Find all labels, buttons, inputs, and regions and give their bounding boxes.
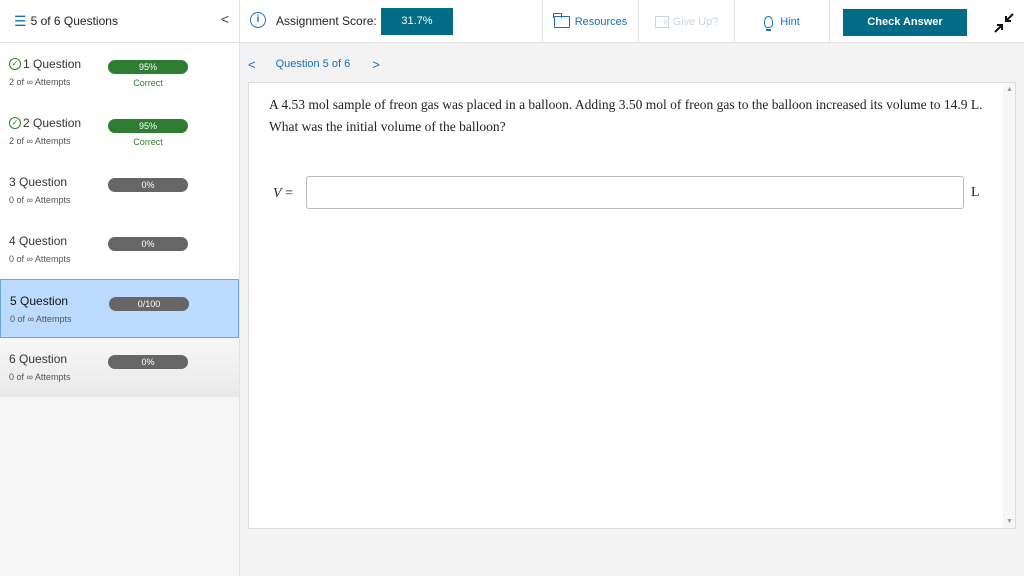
unit-label: L xyxy=(971,185,980,200)
score-badge: 0% xyxy=(108,237,188,251)
question-position-label: Question 5 of 6 xyxy=(275,58,351,70)
variable-label: V = xyxy=(273,186,293,202)
top-toolbar: i Assignment Score: 31.7% Resources x Gi… xyxy=(240,0,1024,43)
info-icon[interactable]: i xyxy=(250,12,266,28)
resources-button[interactable]: Resources xyxy=(542,0,638,43)
scroll-up-icon[interactable]: ▲ xyxy=(1006,86,1013,93)
question-item-1[interactable]: ✓ 1 Question 2 of ∞ Attempts 95% Correct xyxy=(0,43,239,102)
list-icon: ☰ xyxy=(14,12,27,29)
question-text: A 4.53 mol sample of freon gas was place… xyxy=(269,97,983,134)
previous-question-arrow[interactable]: < xyxy=(248,57,256,72)
hint-label: Hint xyxy=(780,15,800,28)
question-attempts: 0 of ∞ Attempts xyxy=(9,372,71,382)
resources-label: Resources xyxy=(574,15,628,28)
question-item-5[interactable]: 5 Question 0 of ∞ Attempts 0/100 xyxy=(0,279,239,338)
question-sidebar: ☰ 5 of 6 Questions < ✓ 1 Question 2 of ∞ … xyxy=(0,0,240,576)
check-answer-button[interactable]: Check Answer xyxy=(843,9,967,36)
question-list: ✓ 1 Question 2 of ∞ Attempts 95% Correct … xyxy=(0,43,239,397)
question-attempts: 0 of ∞ Attempts xyxy=(9,254,71,264)
assignment-score-value: 31.7% xyxy=(381,8,453,35)
give-up-button[interactable]: x Give Up? xyxy=(638,0,734,43)
next-question-arrow[interactable]: > xyxy=(372,57,380,72)
score-badge: 95% xyxy=(108,119,188,133)
check-circle-icon: ✓ xyxy=(9,58,21,70)
question-label: 4 Question xyxy=(9,234,68,248)
question-item-4[interactable]: 4 Question 0 of ∞ Attempts 0% xyxy=(0,220,239,279)
collapse-arrows-icon[interactable] xyxy=(993,12,1015,34)
equals-sign: = xyxy=(285,186,293,201)
score-badge: 0/100 xyxy=(109,297,189,311)
volume-answer-input[interactable] xyxy=(306,176,964,209)
question-card: A 4.53 mol sample of freon gas was place… xyxy=(248,82,1016,529)
give-up-label: Give Up? xyxy=(672,15,719,28)
score-badge: 95% xyxy=(108,60,188,74)
question-item-3[interactable]: 3 Question 0 of ∞ Attempts 0% xyxy=(0,161,239,220)
question-item-2[interactable]: ✓ 2 Question 2 of ∞ Attempts 95% Correct xyxy=(0,102,239,161)
question-label: 3 Question xyxy=(9,175,68,189)
scrollbar[interactable]: ▲ ▼ xyxy=(1003,83,1015,528)
variable-name: V xyxy=(273,186,282,201)
question-attempts: 0 of ∞ Attempts xyxy=(10,314,72,324)
folder-icon xyxy=(553,12,570,28)
hint-button[interactable]: Hint xyxy=(734,0,830,43)
status-text: Correct xyxy=(133,78,163,88)
collapse-sidebar-icon[interactable]: < xyxy=(221,11,229,27)
assignment-score-label: Assignment Score: xyxy=(276,14,377,28)
give-up-icon: x xyxy=(654,15,669,28)
question-label: 5 Question xyxy=(10,294,69,308)
score-badge: 0% xyxy=(108,178,188,192)
check-circle-icon: ✓ xyxy=(9,117,21,129)
question-item-6[interactable]: 6 Question 0 of ∞ Attempts 0% xyxy=(0,338,239,397)
lightbulb-icon xyxy=(764,15,774,31)
question-navigation: < Question 5 of 6 > xyxy=(248,55,380,73)
question-label: 6 Question xyxy=(9,352,68,366)
score-badge: 0% xyxy=(108,355,188,369)
question-label: 1 Question xyxy=(23,57,82,71)
status-text: Correct xyxy=(133,137,163,147)
sidebar-title: 5 of 6 Questions xyxy=(30,14,118,28)
scroll-down-icon[interactable]: ▼ xyxy=(1006,518,1013,525)
question-label: 2 Question xyxy=(23,116,82,130)
question-attempts: 0 of ∞ Attempts xyxy=(9,195,71,205)
sidebar-header: ☰ 5 of 6 Questions < xyxy=(0,0,239,43)
